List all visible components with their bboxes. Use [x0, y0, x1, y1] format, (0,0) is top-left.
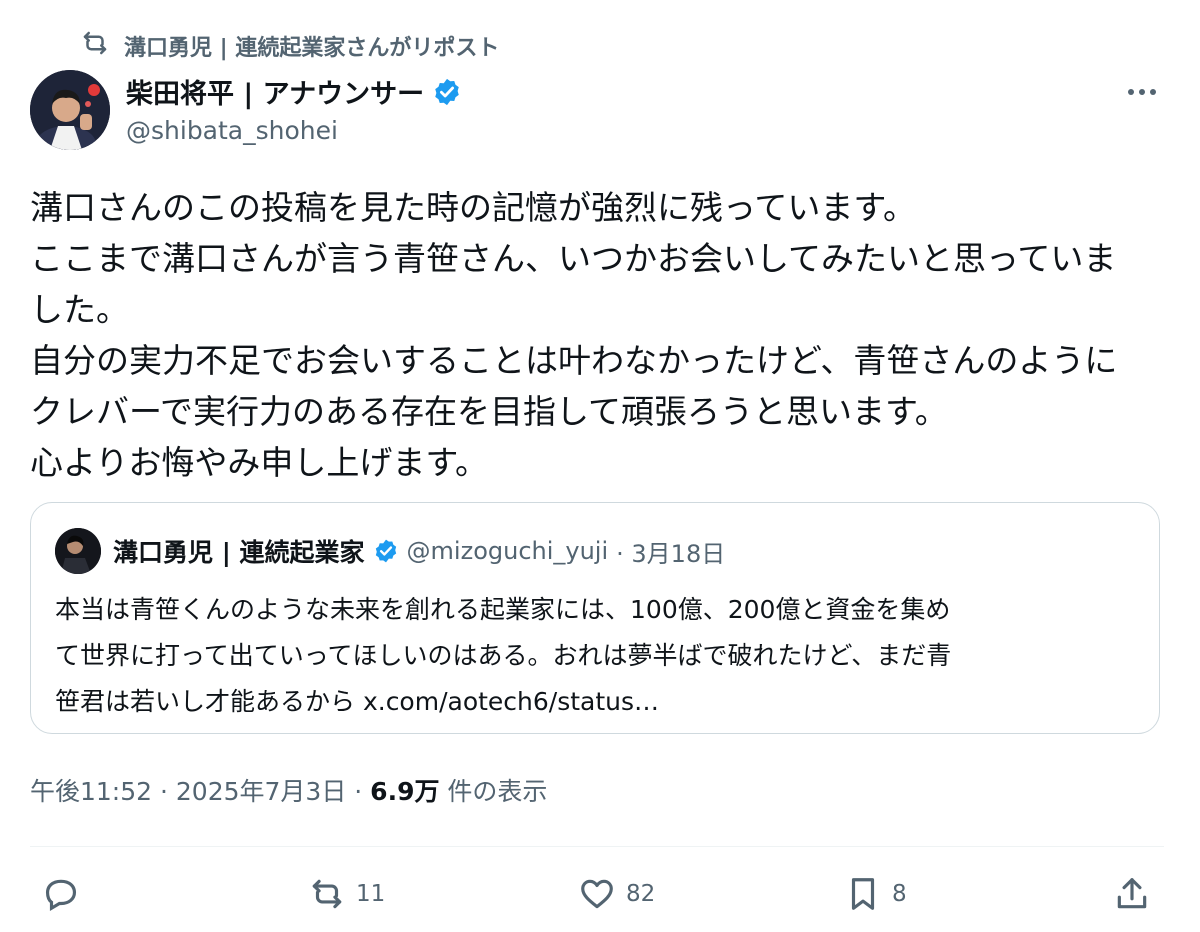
bookmark-count: 8: [892, 881, 907, 907]
post-text: 溝口さんのこの投稿を見た時の記憶が強烈に残っています。 ここまで溝口さんが言う青…: [30, 188, 1118, 482]
view-count-label: 件の表示: [439, 777, 548, 806]
like-button[interactable]: 82: [578, 870, 655, 918]
author-handle[interactable]: @shibata_shohei: [126, 116, 338, 145]
divider: [30, 846, 1164, 847]
verified-badge-icon: [373, 538, 399, 564]
post-time[interactable]: 午後11:52 · 2025年7月3日 ·: [30, 777, 370, 806]
quote-author-handle: @mizoguchi_yuji: [406, 537, 609, 565]
verified-badge-icon[interactable]: [432, 77, 462, 107]
author-name[interactable]: 柴田将平 | アナウンサー: [126, 72, 424, 111]
like-count: 82: [626, 881, 656, 907]
reply-icon: [42, 875, 80, 913]
quote-author-avatar: [55, 528, 101, 574]
reply-button[interactable]: [42, 870, 90, 918]
bookmark-icon: [844, 875, 882, 913]
bookmark-button[interactable]: 8: [844, 870, 907, 918]
quote-text: 本当は青笹くんのような未来を創れる起業家には、100億、200億と資金を集め て…: [55, 595, 952, 716]
post-metadata: 午後11:52 · 2025年7月3日 · 6.9万 件の表示: [30, 772, 547, 808]
repost-label: 溝口勇児 | 連続起業家さんがリポスト: [124, 36, 500, 61]
share-icon: [1113, 875, 1151, 913]
quote-header: 溝口勇児 | 連続起業家 @mizoguchi_yuji · 3月18日: [113, 533, 725, 569]
repost-icon: [80, 28, 110, 64]
heart-icon: [578, 875, 616, 913]
quote-date: · 3月18日: [616, 539, 726, 568]
repost-count: 11: [356, 881, 386, 907]
quoted-post[interactable]: 溝口勇児 | 連続起業家 @mizoguchi_yuji · 3月18日 本当は…: [30, 502, 1160, 734]
repost-button[interactable]: 11: [308, 870, 385, 918]
view-count: 6.9万: [370, 777, 440, 806]
share-button[interactable]: [1113, 870, 1161, 918]
author-avatar[interactable]: [30, 70, 110, 150]
author-name-row: 柴田将平 | アナウンサー: [126, 72, 462, 111]
more-options-icon[interactable]: [1120, 80, 1164, 104]
quote-author-name: 溝口勇児 | 連続起業家: [113, 538, 365, 567]
repost-context[interactable]: 溝口勇児 | 連続起業家さんがリポスト: [80, 30, 499, 62]
repost-icon: [308, 875, 346, 913]
